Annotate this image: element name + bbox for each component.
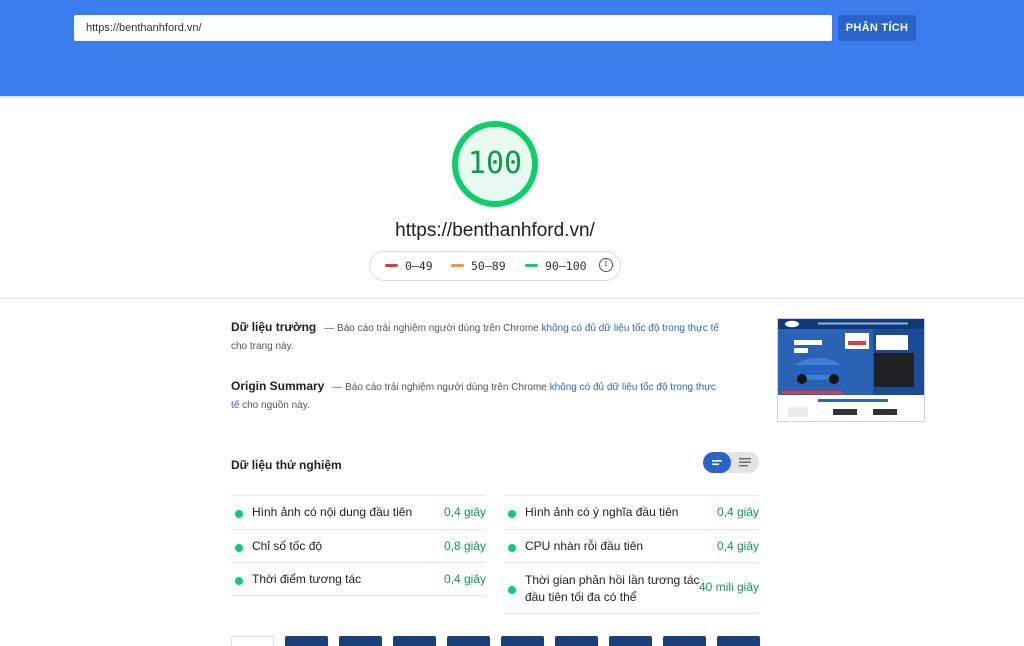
lab-data-title: Dữ liệu thử nghiệm	[231, 458, 342, 472]
origin-summary-title: Origin Summary	[231, 379, 325, 393]
analyzed-url: https://benthanhford.vn/	[395, 220, 595, 241]
metric-first-cpu-idle: CPU nhàn rỗi đầu tiên 0,4 giây	[504, 529, 759, 562]
legend-swatch-orange	[451, 264, 464, 267]
header-bar: PHÂN TÍCH	[0, 0, 1024, 96]
metric-name: Thời điểm tương tác	[252, 572, 362, 586]
url-input[interactable]	[74, 15, 832, 41]
section-divider	[0, 298, 1024, 299]
origin-summary-text: — Báo cáo trải nghiệm người dùng trên Ch…	[332, 382, 550, 393]
metric-status-dot	[508, 586, 516, 594]
field-data-link[interactable]: không có đủ dữ liệu tốc độ trong thực tế	[542, 323, 719, 334]
filmstrip-frame	[609, 636, 652, 646]
metric-value: 0,4 giây	[716, 539, 759, 553]
analyze-button[interactable]: PHÂN TÍCH	[838, 15, 916, 41]
filmstrip-frame	[555, 636, 598, 646]
screenshot-image	[778, 319, 924, 421]
filmstrip-frame	[231, 636, 274, 646]
header-shadow	[0, 96, 1024, 99]
filmstrip-frame	[717, 636, 760, 646]
expanded-list-icon[interactable]	[731, 452, 759, 473]
metric-value: 0,4 giây	[716, 505, 759, 519]
metric-status-dot	[508, 510, 516, 518]
filmstrip-frame	[663, 636, 706, 646]
legend-label: 90–100	[545, 259, 587, 273]
field-data-tail: cho trang này.	[231, 341, 294, 352]
filmstrip-frame	[501, 636, 544, 646]
field-data-title: Dữ liệu trường	[231, 320, 317, 334]
metric-name: Chỉ số tốc độ	[252, 539, 323, 553]
origin-summary-section: Origin Summary — Báo cáo trải nghiệm ngườ…	[231, 377, 721, 415]
filmstrip-frame	[339, 636, 382, 646]
filmstrip-frame	[393, 636, 436, 646]
legend-item-poor: 0–49	[385, 252, 433, 280]
metric-value: 0,4 giây	[443, 505, 486, 519]
metric-time-to-interactive: Thời điểm tương tác 0,4 giây	[231, 562, 486, 595]
origin-summary-tail: cho nguồn này.	[239, 400, 310, 411]
metric-first-contentful-paint: Hình ảnh có nội dung đầu tiên 0,4 giây	[231, 495, 486, 528]
score-legend: 0–49 50–89 90–100 i	[369, 251, 621, 281]
info-icon[interactable]: i	[599, 258, 613, 272]
legend-swatch-green	[525, 264, 538, 267]
filmstrip-frame	[285, 636, 328, 646]
field-data-text: — Báo cáo trải nghiệm người dùng trên Ch…	[324, 323, 542, 334]
metric-name: Hình ảnh có nội dung đầu tiên	[252, 505, 413, 519]
metric-status-dot	[235, 577, 243, 585]
metric-value: 40 mili giây	[698, 580, 759, 594]
metric-value: 0,4 giây	[443, 572, 486, 586]
metric-status-dot	[508, 544, 516, 552]
metric-name: Thời gian phản hồi lần tương tác đầu tiê…	[525, 573, 700, 604]
metric-speed-index: Chỉ số tốc độ 0,8 giây	[231, 529, 486, 562]
compact-list-icon	[712, 460, 722, 466]
metrics-divider	[504, 613, 759, 614]
metric-name: CPU nhàn rỗi đầu tiên	[525, 539, 644, 553]
metric-max-potential-fid: Thời gian phản hồi lần tương tác đầu tiê…	[504, 562, 759, 613]
metric-first-meaningful-paint: Hình ảnh có ý nghĩa đầu tiên 0,4 giây	[504, 495, 759, 528]
legend-swatch-red	[385, 264, 398, 267]
metric-status-dot	[235, 544, 243, 552]
metric-status-dot	[235, 510, 243, 518]
page-screenshot-thumbnail	[777, 318, 925, 422]
metrics-divider	[231, 595, 486, 596]
legend-label: 50–89	[471, 259, 506, 273]
toggle-compact-view[interactable]	[703, 452, 731, 473]
metric-value: 0,8 giây	[443, 539, 486, 553]
metrics-view-toggle[interactable]	[703, 452, 759, 473]
score-value: 100	[467, 146, 523, 181]
legend-item-average: 50–89	[451, 252, 506, 280]
legend-item-good: 90–100	[525, 252, 587, 280]
legend-label: 0–49	[405, 259, 433, 273]
filmstrip-frame	[447, 636, 490, 646]
field-data-section: Dữ liệu trường — Báo cáo trải nghiệm ngườ…	[231, 318, 721, 356]
metric-name: Hình ảnh có ý nghĩa đầu tiên	[525, 505, 679, 519]
